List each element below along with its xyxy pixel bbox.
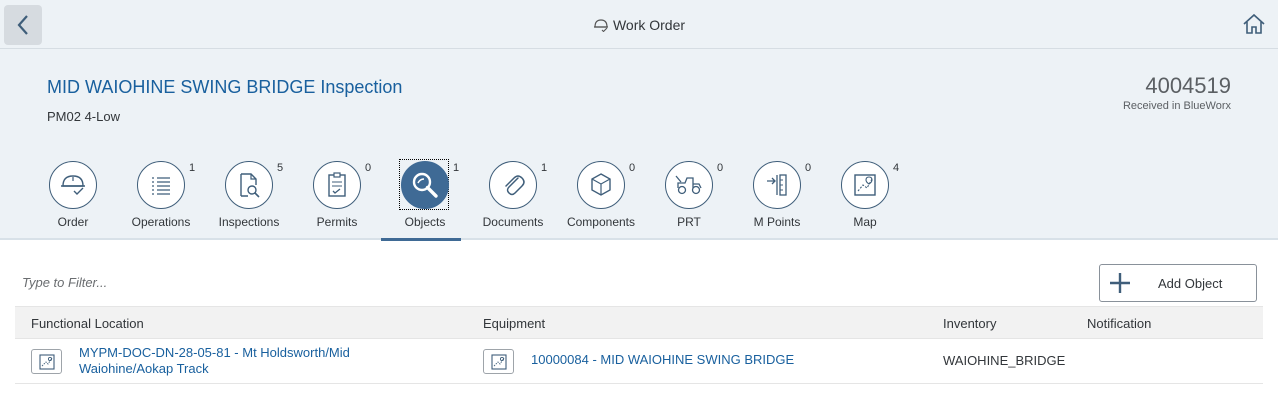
box-icon [591, 173, 611, 196]
tab-inspections[interactable]: 5 Inspections [209, 159, 289, 241]
functional-location-line1: MYPM-DOC-DN-28-05-81 - Mt Holdsworth/Mid [79, 345, 350, 360]
tab-count: 1 [453, 162, 460, 174]
selected-tab-indicator [381, 238, 461, 241]
map-icon [38, 353, 55, 370]
tab-map[interactable]: 4 Map [825, 159, 905, 241]
tab-prt-circle [665, 161, 713, 209]
tab-permits-circle [313, 161, 361, 209]
equipment-map-button[interactable] [483, 349, 514, 374]
tab-objects-circle [401, 161, 449, 209]
tab-inspections-circle [225, 161, 273, 209]
object-subtitle: PM02 4-Low [47, 109, 120, 124]
map-icon [490, 353, 507, 370]
inventory-value: WAIOHINE_BRIDGE [943, 353, 1066, 368]
column-header[interactable]: Inventory [943, 316, 996, 331]
tab-operations[interactable]: 1 Operations [121, 159, 201, 241]
object-title: MID WAIOHINE SWING BRIDGE Inspection [47, 77, 403, 97]
tab-components-circle [577, 161, 625, 209]
tab-label: Permits [316, 215, 358, 229]
add-object-button[interactable]: Add Object [1099, 264, 1257, 302]
filter-input[interactable]: Type to Filter... [22, 275, 107, 290]
document-search-icon [240, 173, 260, 198]
functional-location-map-button[interactable] [31, 349, 62, 374]
tab-count: 5 [277, 162, 284, 174]
table-row[interactable]: MYPM-DOC-DN-28-05-81 - Mt Holdsworth/Mid… [15, 339, 1263, 384]
tab-objects[interactable]: 1 Objects [381, 159, 465, 241]
tractor-icon [675, 175, 702, 195]
tab-prt[interactable]: 0 PRT [649, 159, 729, 241]
tab-components[interactable]: 0 Components [561, 159, 641, 241]
tab-permits[interactable]: 0 Permits [297, 159, 377, 241]
column-header[interactable]: Equipment [483, 316, 545, 331]
tab-count: 1 [189, 162, 196, 174]
tab-documents[interactable]: 1 Documents [473, 159, 553, 241]
order-status: Received in BlueWorx [1122, 100, 1231, 112]
page-title: Work Order [612, 17, 686, 33]
paperclip-icon [505, 175, 525, 196]
tab-m-points-circle [753, 161, 801, 209]
object-header: MID WAIOHINE SWING BRIDGE Inspection PM0… [0, 49, 1278, 241]
tab-label: Map [853, 215, 877, 229]
column-header[interactable]: Notification [1087, 316, 1151, 331]
home-icon [1243, 13, 1265, 34]
order-number: 4004519 [1145, 73, 1231, 98]
functional-location-line2: Waiohine/Aokap Track [79, 361, 209, 376]
tab-order[interactable]: Order [33, 159, 113, 241]
tab-label: Documents [482, 215, 544, 229]
tab-label: PRT [677, 215, 701, 229]
add-object-label: Add Object [1158, 275, 1223, 291]
tab-count: 0 [805, 162, 812, 174]
tab-label: Operations [131, 215, 191, 229]
helmet-check-icon [61, 175, 85, 195]
tab-count: 1 [541, 162, 548, 174]
map-icon [854, 174, 876, 196]
tab-count: 0 [717, 162, 724, 174]
tab-count: 0 [629, 162, 636, 174]
tab-count: 4 [893, 162, 900, 174]
plus-icon [1100, 272, 1140, 294]
tab-documents-circle [489, 161, 537, 209]
tab-label: Objects [404, 215, 446, 229]
tab-map-circle [841, 161, 889, 209]
tab-label: Inspections [218, 215, 280, 229]
home-button[interactable] [1242, 13, 1268, 37]
column-header[interactable]: Functional Location [31, 316, 144, 331]
tab-m-points[interactable]: 0 M Points [737, 159, 817, 241]
shell-title-wrap: Work Order [0, 17, 1278, 35]
measure-icon [767, 174, 787, 196]
functional-location-link[interactable]: MYPM-DOC-DN-28-05-81 - Mt Holdsworth/Mid… [79, 345, 399, 377]
tab-operations-circle [137, 161, 185, 209]
tab-order-circle [49, 161, 97, 209]
shell-bar: Work Order [0, 0, 1278, 49]
tab-label: M Points [753, 215, 801, 229]
tab-count: 0 [365, 162, 372, 174]
checklist-icon [328, 172, 346, 197]
tab-label: Order [57, 215, 89, 229]
equipment-link[interactable]: 10000084 - MID WAIOHINE SWING BRIDGE [531, 352, 794, 368]
helmet-icon [593, 18, 609, 35]
table-header: Functional Location Equipment Inventory … [15, 306, 1263, 339]
magnifier-icon [412, 172, 438, 198]
tab-label: Components [566, 215, 636, 229]
list-icon [152, 177, 170, 195]
icon-tab-bar: Order 1 Operations 5 Inspections 0 Permi… [0, 159, 1278, 241]
